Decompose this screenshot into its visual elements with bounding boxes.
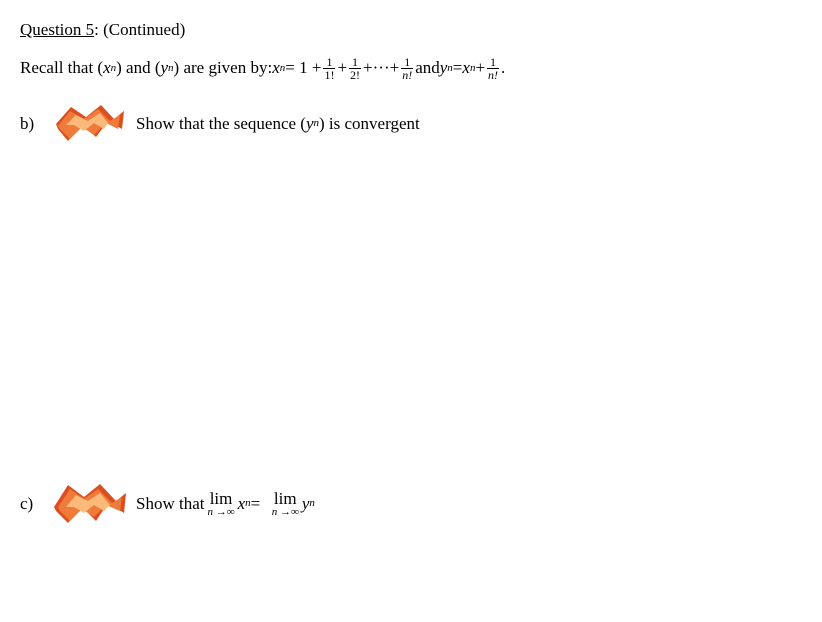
recall-p2: ) and ( <box>116 56 160 80</box>
recall-prefix: Recall that ( <box>20 56 103 80</box>
pc-eq: = <box>251 492 261 516</box>
part-c-text: Show that lim n →∞ xn = lim n →∞ yn <box>136 490 315 518</box>
part-c-label: c) <box>20 492 42 516</box>
fraction: 1n! <box>487 56 499 81</box>
part-b-text: Show that the sequence ( yn ) is converg… <box>136 112 420 136</box>
limit-block: lim n →∞ <box>207 490 234 518</box>
question-header: Question 5: (Continued) <box>20 18 802 42</box>
dots: ··· <box>373 56 390 80</box>
fold-icon <box>46 479 132 529</box>
pc-yn: n <box>309 496 315 511</box>
pb-t2: ) is convergent <box>319 112 420 136</box>
continued-text: : (Continued) <box>94 20 185 39</box>
question-label: Question 5 <box>20 20 94 39</box>
eq-is: = 1 + <box>285 56 321 80</box>
var-y: y <box>440 56 448 80</box>
and-text: and <box>415 56 440 80</box>
pb-t1: Show that the sequence ( <box>136 112 306 136</box>
plus: + <box>475 56 485 80</box>
pc-t1: Show that <box>136 492 204 516</box>
part-b-label: b) <box>20 112 42 136</box>
eq-x: x <box>272 56 280 80</box>
var-x: x <box>462 56 470 80</box>
equals: = <box>453 56 463 80</box>
fraction: 11! <box>323 56 335 81</box>
period: . <box>501 56 505 80</box>
recall-p3: ) are given by: <box>174 56 273 80</box>
recall-line: Recall that ( xn ) and ( yn ) are given … <box>20 56 802 81</box>
pc-x: x <box>238 492 246 516</box>
pb-y: y <box>306 112 314 136</box>
var-y: y <box>161 56 169 80</box>
var-x: x <box>103 56 111 80</box>
part-c-row: c) Show that lim n →∞ xn = lim n →∞ yn <box>20 479 802 529</box>
plus: + <box>390 56 400 80</box>
limit-block: lim n →∞ <box>272 490 299 518</box>
fraction: 1n! <box>401 56 413 81</box>
fold-icon <box>46 99 132 149</box>
plus: + <box>337 56 347 80</box>
plus: + <box>363 56 373 80</box>
fraction: 12! <box>349 56 361 81</box>
part-b-row: b) Show that the sequence ( yn ) is conv… <box>20 99 802 149</box>
pc-y: y <box>302 492 310 516</box>
